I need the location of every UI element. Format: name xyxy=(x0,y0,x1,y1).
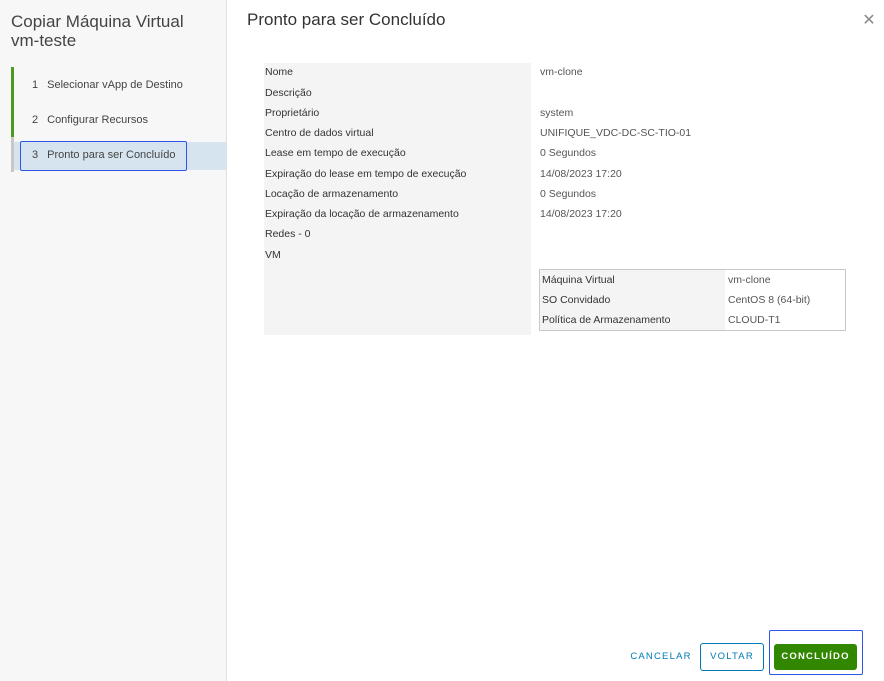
summary-value: system xyxy=(540,107,574,119)
summary-label: Descrição xyxy=(265,87,312,99)
step-label: Configurar Recursos xyxy=(47,113,148,126)
summary-label: VM xyxy=(265,249,281,261)
summary-label: Redes - 0 xyxy=(265,228,311,240)
vm-label: Máquina Virtual xyxy=(542,274,615,286)
wizard-step-2[interactable]: 2 Configurar Recursos xyxy=(11,102,227,137)
summary-row: Proprietário system xyxy=(265,105,825,121)
summary-label: Expiração da locação de armazenamento xyxy=(265,208,459,220)
summary-row: Expiração da locação de armazenamento 14… xyxy=(265,206,825,222)
vm-value: vm-clone xyxy=(728,274,771,286)
summary-label: Lease em tempo de execução xyxy=(265,147,406,159)
active-step-focus-outline xyxy=(20,141,187,171)
summary-row: Centro de dados virtual UNIFIQUE_VDC-DC-… xyxy=(265,125,825,141)
step-number: 2 xyxy=(32,113,39,126)
summary-label: Nome xyxy=(265,66,294,78)
vm-label: SO Convidado xyxy=(542,294,611,306)
step-number: 1 xyxy=(32,78,39,91)
back-button[interactable]: VOLTAR xyxy=(700,643,764,671)
summary-row: Expiração do lease em tempo de execução … xyxy=(265,166,825,182)
close-icon[interactable]: ✕ xyxy=(862,13,876,29)
summary-value: UNIFIQUE_VDC-DC-SC-TIO-01 xyxy=(540,127,692,139)
summary-row: Redes - 0 xyxy=(265,226,825,242)
page-title: Pronto para ser Concluído xyxy=(247,10,446,29)
summary-label: Locação de armazenamento xyxy=(265,188,399,200)
summary-row: Descrição xyxy=(265,85,825,101)
vm-value: CLOUD-T1 xyxy=(728,314,781,326)
summary-label: Centro de dados virtual xyxy=(265,127,374,139)
summary-label: Expiração do lease em tempo de execução xyxy=(265,168,467,180)
summary-value: 0 Segundos xyxy=(540,147,597,159)
summary-value: vm-clone xyxy=(540,66,583,78)
table-row: Máquina Virtual vm-clone xyxy=(540,270,845,290)
finish-button[interactable]: CONCLUÍDO xyxy=(774,644,857,670)
summary-row: Lease em tempo de execução 0 Segundos xyxy=(265,145,825,161)
cancel-button[interactable]: CANCELAR xyxy=(630,648,692,666)
vm-value: CentOS 8 (64-bit) xyxy=(728,294,811,306)
step-label: Selecionar vApp de Destino xyxy=(47,78,183,91)
wizard-step-1[interactable]: 1 Selecionar vApp de Destino xyxy=(11,67,227,102)
vm-details-table: Máquina Virtual vm-clone SO Convidado Ce… xyxy=(539,269,846,331)
summary-label: Proprietário xyxy=(265,107,320,119)
summary-row: Nome vm-clone xyxy=(265,64,825,80)
vm-label: Política de Armazenamento xyxy=(542,314,671,326)
table-row: SO Convidado CentOS 8 (64-bit) xyxy=(540,290,845,310)
summary-value: 14/08/2023 17:20 xyxy=(540,208,622,220)
table-row: Política de Armazenamento CLOUD-T1 xyxy=(540,310,845,330)
summary-row: Locação de armazenamento 0 Segundos xyxy=(265,186,825,202)
wizard-title: Copiar Máquina Virtual vm-teste xyxy=(11,12,184,50)
summary-value: 14/08/2023 17:20 xyxy=(540,168,622,180)
summary-row: VM xyxy=(265,247,825,263)
summary-value: 0 Segundos xyxy=(540,188,597,200)
